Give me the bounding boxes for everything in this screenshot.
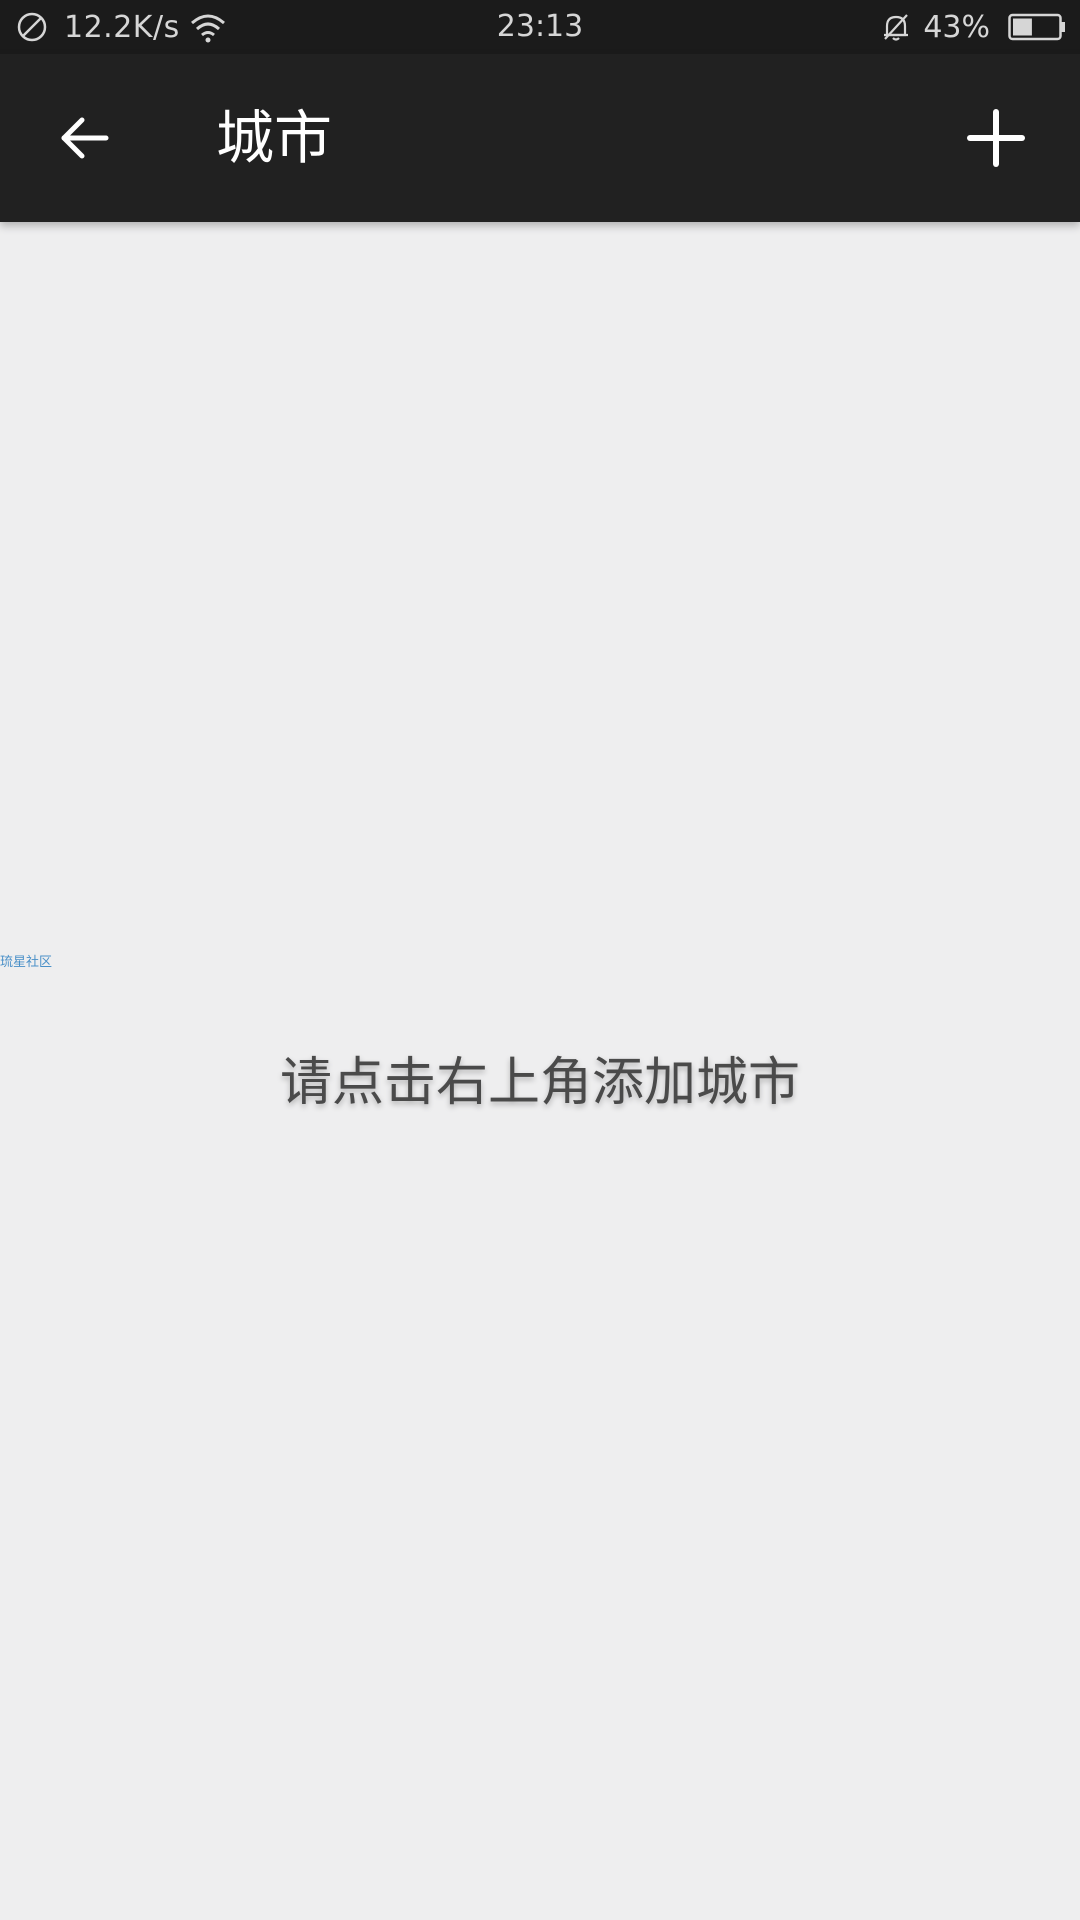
page-title: 城市 [216, 104, 333, 172]
status-right: 43% [879, 0, 1066, 54]
battery-percent: 43% [923, 9, 990, 45]
battery-icon [1008, 13, 1066, 41]
empty-state-hint: 请点击右上角添加城市 [279, 1053, 800, 1113]
watermark: 琉星社区 [0, 955, 53, 970]
back-arrow-icon [61, 117, 109, 159]
status-bar: 12.2K/s 23:13 43% [0, 0, 1080, 54]
back-button[interactable] [44, 98, 124, 178]
mute-icon [879, 10, 913, 44]
add-city-button[interactable] [956, 98, 1036, 178]
battery-fill [1013, 18, 1032, 36]
app-bar: 城市 [0, 54, 1080, 222]
plus-icon [967, 109, 1025, 167]
